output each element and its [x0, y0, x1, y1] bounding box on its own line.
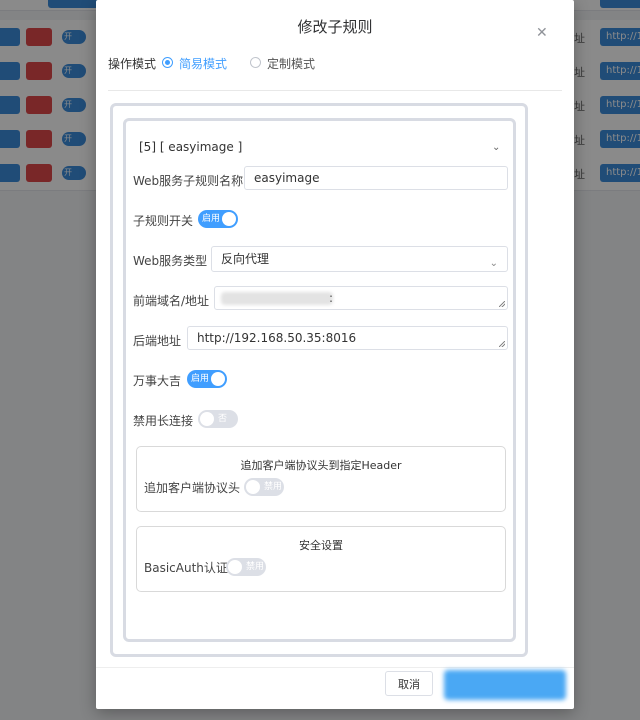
resize-handle-icon[interactable]: [499, 301, 505, 307]
security-group: 安全设置 BasicAuth认证 禁用: [136, 526, 506, 592]
chevron-down-icon: ⌄: [489, 258, 498, 269]
luck-label: 万事大吉: [133, 374, 182, 388]
frontend-port-separator: :: [329, 291, 334, 305]
resize-handle-icon[interactable]: [499, 341, 505, 347]
confirm-button[interactable]: [444, 670, 566, 700]
redacted-address: [221, 292, 333, 305]
service-type-label: Web服务类型: [133, 254, 208, 268]
radio-simple-mode[interactable]: [162, 57, 173, 68]
frontend-address-label: 前端域名/地址: [133, 294, 210, 308]
basic-auth-switch[interactable]: 禁用: [226, 558, 266, 576]
header-forward-title: 追加客户端协议头到指定Header: [240, 459, 402, 472]
disable-keepalive-switch[interactable]: 否: [198, 410, 238, 428]
radio-custom-mode-label[interactable]: 定制模式: [267, 55, 315, 72]
dialog-title: 修改子规则: [297, 18, 373, 36]
rule-name-label: Web服务子规则名称: [133, 174, 244, 188]
frontend-address-input[interactable]: :: [214, 286, 508, 310]
radio-custom-mode[interactable]: [250, 57, 261, 68]
radio-simple-mode-label[interactable]: 简易模式: [179, 55, 227, 72]
footer-divider: [96, 667, 574, 668]
rule-enable-switch[interactable]: 启用: [198, 210, 238, 228]
header-forward-switch[interactable]: 禁用: [244, 478, 284, 496]
rule-header[interactable]: [5] [ easyimage ]: [139, 140, 242, 154]
basic-auth-label: BasicAuth认证: [144, 561, 228, 575]
chevron-down-icon[interactable]: ⌄: [492, 142, 500, 153]
backend-address-label: 后端地址: [133, 334, 182, 348]
close-icon[interactable]: ✕: [536, 26, 548, 40]
mode-label: 操作模式: [108, 57, 157, 71]
luck-switch[interactable]: 启用: [187, 370, 227, 388]
backend-address-value: http://192.168.50.35:8016: [197, 331, 357, 345]
security-title: 安全设置: [299, 539, 343, 552]
edit-subrule-dialog: 修改子规则 ✕ 操作模式 简易模式 定制模式 [5] [ easyimage ]…: [96, 0, 574, 709]
rule-name-input[interactable]: [244, 166, 508, 190]
header-forward-label: 追加客户端协议头: [144, 481, 241, 495]
disable-keepalive-label: 禁用长连接: [133, 414, 194, 428]
service-type-value: 反向代理: [221, 252, 270, 266]
backend-address-input[interactable]: http://192.168.50.35:8016: [187, 326, 508, 350]
header-forward-group: 追加客户端协议头到指定Header 追加客户端协议头 禁用: [136, 446, 506, 512]
divider: [108, 90, 562, 91]
rule-switch-label: 子规则开关: [133, 214, 194, 228]
service-type-select[interactable]: 反向代理 ⌄: [211, 246, 508, 272]
cancel-button[interactable]: 取消: [385, 671, 433, 696]
